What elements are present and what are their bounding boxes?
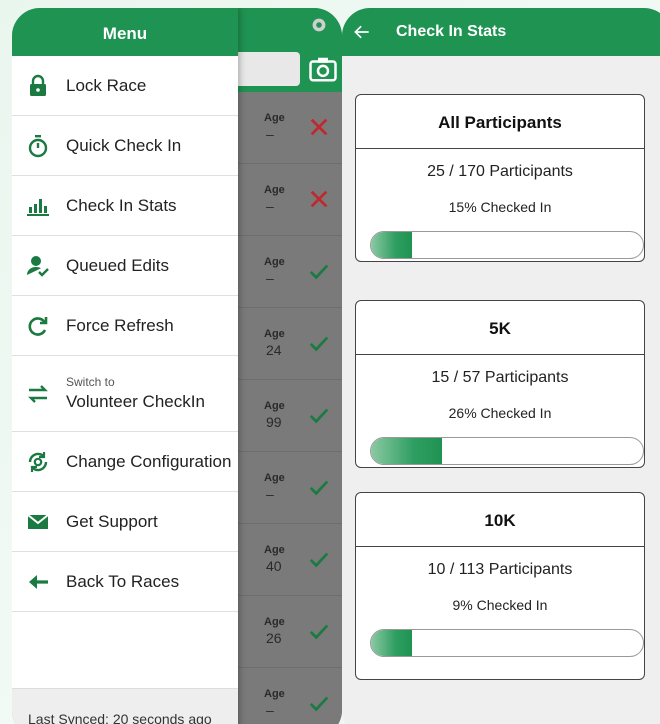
not-checked-in-x-icon[interactable] <box>308 116 330 138</box>
checked-in-checkmark-icon[interactable] <box>308 476 330 498</box>
lock-icon <box>30 74 46 96</box>
age-label: Age <box>264 688 285 700</box>
menu-phone-screen: Age – Age – Age – Age 24 Age 99 Age – Age 40 Age 26 Age –… <box>12 8 342 724</box>
age-label: Age <box>264 256 285 268</box>
menu-item-label: Volunteer CheckIn <box>66 392 205 411</box>
menu-item-change-configuration[interactable]: Change Configuration <box>12 432 238 492</box>
menu-item-text: Switch to Volunteer CheckIn <box>66 375 205 412</box>
menu-item-queued-edits[interactable]: Queued Edits <box>12 236 238 296</box>
last-synced-status: Last Synced: 20 seconds ago <box>12 688 238 724</box>
age-label: Age <box>264 328 285 340</box>
age-value: – <box>266 126 274 142</box>
progress-bar-fill <box>371 630 412 656</box>
progress-bar <box>370 231 644 259</box>
age-value: 26 <box>266 630 282 646</box>
participant-count: 15 / 57 Participants <box>431 369 569 386</box>
card-title: 5K <box>356 301 644 355</box>
menu-item-force-refresh[interactable]: Force Refresh <box>12 296 238 356</box>
menu-item-switch-volunteer-checkin[interactable]: Switch to Volunteer CheckIn <box>12 356 238 432</box>
card-title: 10K <box>356 493 644 547</box>
camera-icon[interactable] <box>308 54 338 84</box>
age-value: 24 <box>266 342 282 358</box>
refresh-icon <box>28 316 48 336</box>
participant-count: 10 / 113 Participants <box>427 561 573 578</box>
checked-in-percent: 9% Checked In <box>452 597 548 613</box>
age-value: – <box>266 486 274 502</box>
checked-in-checkmark-icon[interactable] <box>308 620 330 642</box>
menu-item-label: Change Configuration <box>66 451 232 471</box>
progress-bar <box>370 437 644 465</box>
age-label: Age <box>264 544 285 556</box>
menu-item-check-in-stats[interactable]: Check In Stats <box>12 176 238 236</box>
stats-card-10k: 10K 10 / 113 Participants 9% Checked In <box>355 492 645 680</box>
drawer-title: Menu <box>12 8 238 56</box>
card-title: All Participants <box>356 95 644 149</box>
progress-bar-fill <box>371 232 412 258</box>
checked-in-checkmark-icon[interactable] <box>308 548 330 570</box>
menu-item-label: Get Support <box>66 511 158 531</box>
menu-item-label: Back To Races <box>66 571 180 591</box>
checked-in-percent: 15% Checked In <box>448 199 552 215</box>
menu-item-sublabel: Switch to <box>66 375 115 389</box>
stopwatch-icon <box>28 134 48 157</box>
age-label: Age <box>264 184 285 196</box>
gear-icon <box>312 18 326 32</box>
menu-item-quick-check-in[interactable]: Quick Check In <box>12 116 238 176</box>
not-checked-in-x-icon[interactable] <box>308 188 330 210</box>
checked-in-checkmark-icon[interactable] <box>308 260 330 282</box>
mail-icon <box>27 513 49 529</box>
age-label: Age <box>264 112 285 124</box>
age-value: 99 <box>266 414 282 430</box>
age-value: – <box>266 198 274 214</box>
checked-in-checkmark-icon[interactable] <box>308 692 330 714</box>
age-label: Age <box>264 616 285 628</box>
progress-bar <box>370 629 644 657</box>
menu-item-lock-race[interactable]: Lock Race <box>12 56 238 116</box>
age-value: 40 <box>266 558 282 574</box>
page-title: Check In Stats <box>396 23 507 40</box>
age-label: Age <box>264 400 285 412</box>
stats-card-all-participants: All Participants 25 / 170 Participants 1… <box>355 94 645 262</box>
stats-phone-screen: Check In Stats All Participants 25 / 170… <box>342 8 660 724</box>
checked-in-checkmark-icon[interactable] <box>308 332 330 354</box>
back-arrow-icon[interactable] <box>352 22 372 42</box>
arrow-left-icon <box>29 574 48 589</box>
menu-item-label: Quick Check In <box>66 135 182 155</box>
menu-item-label: Check In Stats <box>66 195 177 215</box>
swap-arrows-icon <box>28 384 48 403</box>
checked-in-percent: 26% Checked In <box>448 405 552 421</box>
menu-item-get-support[interactable]: Get Support <box>12 492 238 552</box>
config-cycle-icon <box>28 451 48 472</box>
age-value: – <box>266 270 274 286</box>
stats-card-5k: 5K 15 / 57 Participants 26% Checked In <box>355 300 645 468</box>
participant-count: 25 / 170 Participants <box>427 163 573 180</box>
user-check-icon <box>27 255 49 277</box>
navigation-drawer: Menu Lock Race Quick Check In Check In S… <box>12 8 238 724</box>
stats-header: Check In Stats <box>342 8 660 56</box>
menu-item-label: Force Refresh <box>66 315 174 335</box>
bar-chart-icon <box>27 198 49 216</box>
menu-item-back-to-races[interactable]: Back To Races <box>12 552 238 612</box>
age-value: – <box>266 702 274 718</box>
menu-item-label: Lock Race <box>66 75 147 95</box>
progress-bar-fill <box>371 438 442 464</box>
checked-in-checkmark-icon[interactable] <box>308 404 330 426</box>
menu-item-label: Queued Edits <box>66 255 170 275</box>
age-label: Age <box>264 472 285 484</box>
